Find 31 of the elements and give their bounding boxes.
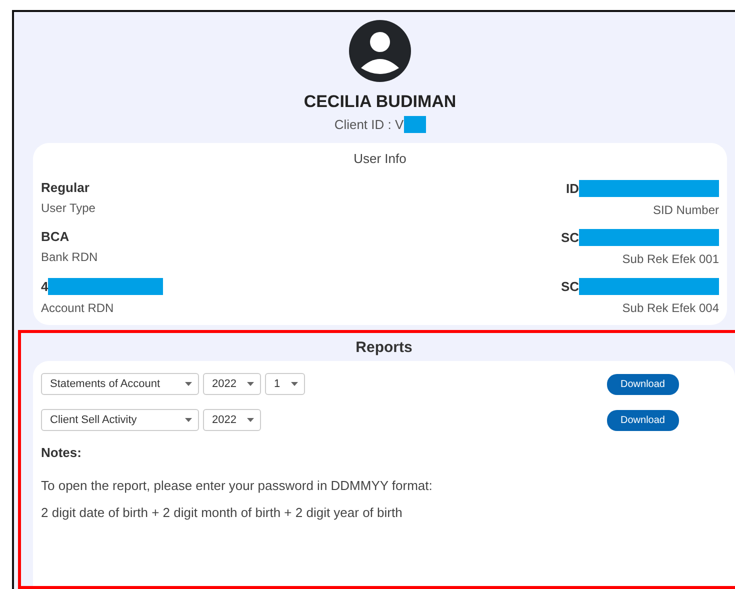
info-value: BCA: [41, 229, 70, 244]
caret-icon: [247, 418, 254, 422]
info-label: Account RDN: [41, 301, 114, 315]
client-id: Client ID : V: [334, 117, 404, 132]
download-button[interactable]: Download: [606, 374, 679, 394]
dropdown[interactable]: Statements of Account: [41, 373, 199, 395]
dropdown[interactable]: 1: [265, 373, 305, 395]
dropdown[interactable]: Client Sell Activity: [41, 409, 199, 431]
info-label: Sub Rek Efek 001: [622, 252, 719, 266]
client-name: CECILIA BUDIMAN: [304, 92, 456, 112]
info-value: ID: [566, 181, 579, 196]
section-title: Reports: [354, 338, 414, 358]
dropdown[interactable]: 2022: [203, 409, 261, 431]
info-label: User Type: [41, 201, 96, 215]
info-value: SC: [560, 230, 579, 245]
caret-icon: [185, 418, 192, 422]
info-value: SC: [560, 279, 579, 294]
dropdown[interactable]: 2022: [203, 373, 261, 395]
note-text: To open the report, please enter your password in DDMMYY format:: [41, 478, 434, 493]
info-label: Bank RDN: [41, 250, 98, 264]
info-value: 4: [41, 279, 48, 294]
notes-title: Notes:: [41, 445, 82, 460]
note-text: 2 digit date of birth + 2 digit month of birth + 2 digit year of birth: [41, 505, 404, 520]
caret-icon: [247, 382, 254, 386]
caret-icon: [185, 382, 192, 386]
download-button[interactable]: Download: [606, 410, 679, 430]
info-label: Sub Rek Efek 004: [622, 301, 719, 315]
info-value: Regular: [41, 180, 90, 195]
caret-icon: [291, 382, 298, 386]
section-title: User Info: [352, 151, 408, 166]
info-label: SID Number: [652, 203, 719, 217]
